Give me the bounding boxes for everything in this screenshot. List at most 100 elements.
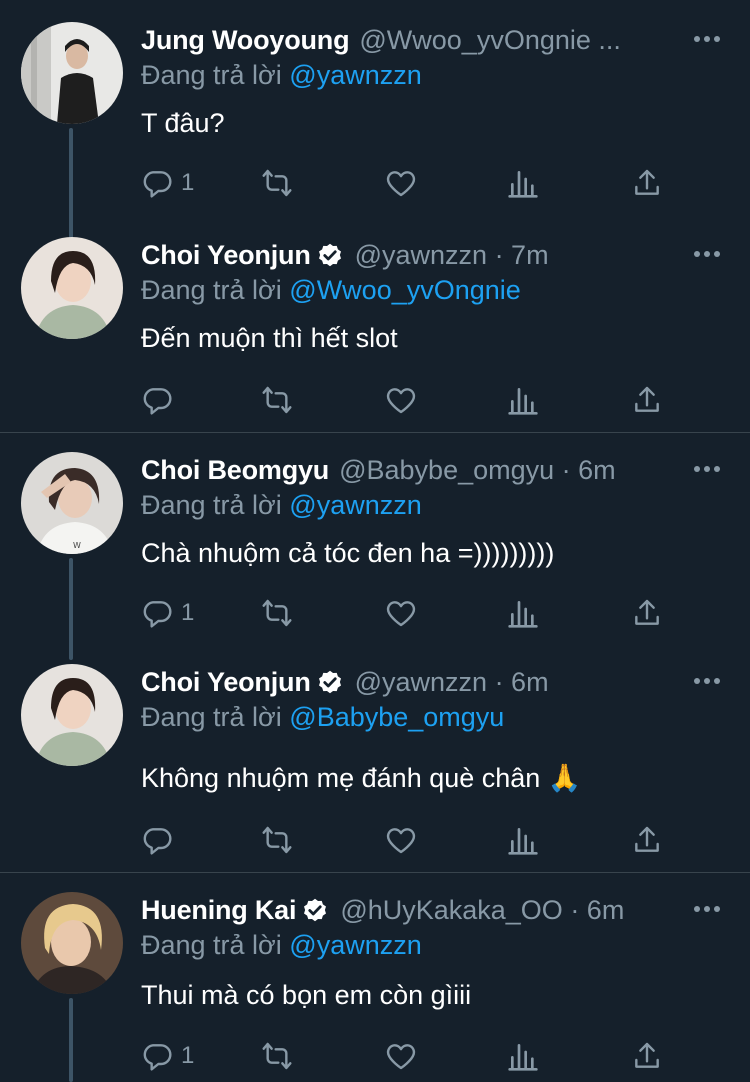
reply-icon bbox=[143, 388, 172, 415]
share-icon bbox=[635, 169, 659, 195]
reply-button[interactable] bbox=[141, 382, 181, 418]
analytics-button[interactable] bbox=[507, 595, 539, 631]
display-name[interactable]: Choi Yeonjun bbox=[141, 667, 311, 698]
tweet-actions: 1 bbox=[141, 1038, 671, 1074]
analytics-icon bbox=[508, 828, 538, 855]
thread-line bbox=[69, 128, 73, 253]
reply-to: Đang trả lời @Wwoo_yvOngnie bbox=[141, 275, 521, 306]
retweet-icon bbox=[262, 386, 292, 414]
handle[interactable]: @Wwoo_yvOngnie ... bbox=[359, 25, 621, 56]
tweet[interactable]: W Choi Beomgyu @Babybe_omgyu · 6m Đang t… bbox=[0, 452, 750, 660]
thread-line bbox=[69, 998, 73, 1082]
reply-to: Đang trả lời @yawnzzn bbox=[141, 490, 422, 521]
avatar[interactable] bbox=[21, 892, 123, 994]
retweet-button[interactable] bbox=[261, 382, 293, 418]
share-button[interactable] bbox=[631, 1038, 663, 1074]
analytics-button[interactable] bbox=[507, 1038, 539, 1074]
tweet-actions bbox=[141, 822, 671, 858]
analytics-button[interactable] bbox=[507, 382, 539, 418]
mention-link[interactable]: @Wwoo_yvOngnie bbox=[289, 275, 521, 305]
mention-link[interactable]: @yawnzzn bbox=[289, 930, 421, 960]
mention-link[interactable]: @yawnzzn bbox=[289, 490, 421, 520]
reply-count: 1 bbox=[181, 1042, 195, 1069]
retweet-button[interactable] bbox=[261, 822, 293, 858]
retweet-icon bbox=[262, 1042, 292, 1070]
reply-button[interactable]: 1 bbox=[141, 595, 194, 631]
retweet-button[interactable] bbox=[261, 1038, 293, 1074]
share-icon bbox=[635, 386, 659, 412]
verified-badge-icon bbox=[304, 898, 327, 922]
tweet[interactable]: Choi Yeonjun @yawnzzn · 7m Đang trả lời … bbox=[0, 237, 750, 427]
reply-prefix: Đang trả lời bbox=[141, 490, 282, 520]
share-icon bbox=[635, 599, 659, 625]
tweet-text: Thui mà có bọn em còn gìiii bbox=[141, 980, 472, 1010]
share-button[interactable] bbox=[631, 165, 663, 201]
reply-to: Đang trả lời @yawnzzn bbox=[141, 930, 422, 961]
reply-icon bbox=[143, 601, 172, 628]
heart-icon bbox=[386, 1044, 416, 1070]
reply-count: 1 bbox=[181, 599, 195, 626]
retweet-icon bbox=[262, 169, 292, 197]
share-button[interactable] bbox=[631, 595, 663, 631]
mention-link[interactable]: @yawnzzn bbox=[289, 60, 421, 90]
like-button[interactable] bbox=[385, 595, 417, 631]
thread-line bbox=[69, 558, 73, 660]
reply-prefix: Đang trả lời bbox=[141, 702, 282, 732]
handle[interactable]: @hUyKakaka_OO · 6m bbox=[340, 895, 624, 926]
more-icon[interactable] bbox=[694, 894, 720, 924]
verified-badge-icon bbox=[318, 670, 341, 694]
avatar[interactable] bbox=[21, 664, 123, 766]
analytics-button[interactable] bbox=[507, 165, 539, 201]
like-button[interactable] bbox=[385, 165, 417, 201]
more-icon[interactable] bbox=[694, 666, 720, 696]
avatar[interactable] bbox=[21, 22, 123, 124]
mention-link[interactable]: @Babybe_omgyu bbox=[289, 702, 504, 732]
avatar[interactable]: W bbox=[21, 452, 123, 554]
avatar[interactable] bbox=[21, 237, 123, 339]
handle[interactable]: @Babybe_omgyu · 6m bbox=[339, 455, 616, 486]
tweet-actions: 1 bbox=[141, 165, 671, 201]
retweet-icon bbox=[262, 826, 292, 854]
retweet-icon bbox=[262, 599, 292, 627]
analytics-icon bbox=[508, 1044, 538, 1071]
share-button[interactable] bbox=[631, 822, 663, 858]
more-icon[interactable] bbox=[694, 24, 720, 54]
more-icon[interactable] bbox=[694, 239, 720, 269]
reply-button[interactable]: 1 bbox=[141, 165, 194, 201]
reply-to: Đang trả lời @Babybe_omgyu bbox=[141, 702, 504, 733]
like-button[interactable] bbox=[385, 382, 417, 418]
reply-button[interactable]: 1 bbox=[141, 1038, 194, 1074]
divider bbox=[0, 872, 750, 873]
analytics-button[interactable] bbox=[507, 822, 539, 858]
like-button[interactable] bbox=[385, 822, 417, 858]
tweet-text: Đến muộn thì hết slot bbox=[141, 323, 398, 353]
retweet-button[interactable] bbox=[261, 165, 293, 201]
retweet-button[interactable] bbox=[261, 595, 293, 631]
heart-icon bbox=[386, 601, 416, 627]
tweet[interactable]: Choi Yeonjun @yawnzzn · 6m Đang trả lời … bbox=[0, 664, 750, 864]
tweet-actions bbox=[141, 382, 671, 418]
tweet-actions: 1 bbox=[141, 595, 671, 631]
reply-icon bbox=[143, 171, 172, 198]
tweet[interactable]: Huening Kai @hUyKakaka_OO · 6m Đang trả … bbox=[0, 892, 750, 1082]
reply-count: 1 bbox=[181, 169, 195, 196]
more-icon[interactable] bbox=[694, 454, 720, 484]
reply-to: Đang trả lời @yawnzzn bbox=[141, 60, 422, 91]
display-name[interactable]: Choi Beomgyu bbox=[141, 455, 329, 486]
verified-badge-icon bbox=[318, 243, 341, 267]
handle[interactable]: @yawnzzn · 6m bbox=[355, 667, 549, 698]
handle[interactable]: @yawnzzn · 7m bbox=[355, 240, 549, 271]
analytics-icon bbox=[508, 171, 538, 198]
reply-button[interactable] bbox=[141, 822, 181, 858]
share-button[interactable] bbox=[631, 382, 663, 418]
like-button[interactable] bbox=[385, 1038, 417, 1074]
tweet-text: T đâu? bbox=[141, 108, 225, 138]
display-name[interactable]: Jung Wooyoung bbox=[141, 25, 350, 56]
display-name[interactable]: Huening Kai bbox=[141, 895, 297, 926]
share-icon bbox=[635, 1042, 659, 1068]
reply-prefix: Đang trả lời bbox=[141, 275, 282, 305]
reply-prefix: Đang trả lời bbox=[141, 930, 282, 960]
heart-icon bbox=[386, 171, 416, 197]
display-name[interactable]: Choi Yeonjun bbox=[141, 240, 311, 271]
tweet[interactable]: Jung Wooyoung @Wwoo_yvOngnie ... Đang tr… bbox=[0, 22, 750, 253]
